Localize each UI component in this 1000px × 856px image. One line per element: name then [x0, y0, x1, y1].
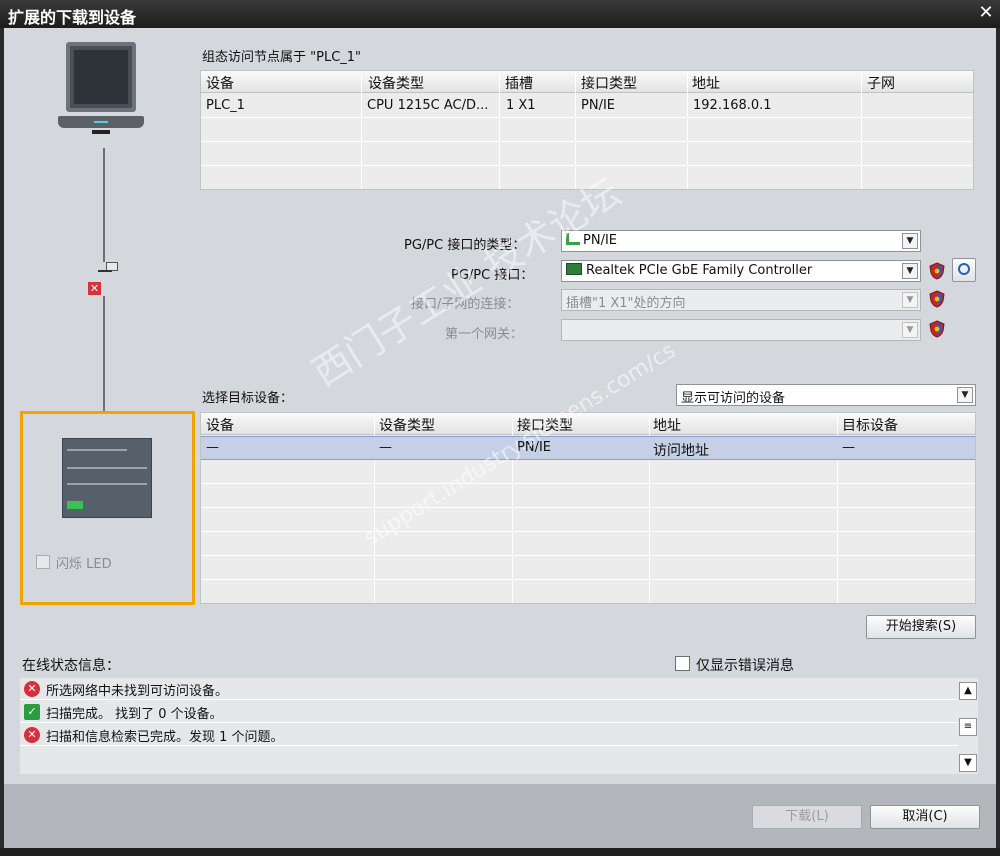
only-errors-label: 仅显示错误消息 — [696, 658, 794, 674]
connection-error-icon: ✕ — [88, 282, 101, 295]
pgpc-interface-select[interactable]: Realtek PCIe GbE Family Controller ▼ — [561, 260, 921, 282]
col-target-device: 目标设备 — [842, 418, 898, 434]
scroll-up-icon[interactable]: ▲ — [959, 682, 977, 700]
chevron-down-icon[interactable]: ▼ — [902, 292, 918, 308]
target-filter-select[interactable]: 显示可访问的设备 ▼ — [676, 384, 976, 406]
target-device-label: 选择目标设备： — [202, 391, 294, 406]
pgpc-interface-value: Realtek PCIe GbE Family Controller — [586, 263, 813, 278]
status-label: 在线状态信息： — [22, 658, 120, 674]
shield-icon[interactable] — [929, 320, 945, 338]
config-table-header: 设备 设备类型 插槽 接口类型 地址 子网 — [201, 71, 973, 93]
window-bottom-edge — [0, 848, 1000, 856]
magnifier-icon — [958, 263, 970, 275]
col-address: 地址 — [653, 418, 681, 434]
download-dialog: 扩展的下载到设备 ✕ ✕ 闪烁 LED 组态访问节点属于 "PLC_1" 设备 … — [0, 0, 1000, 856]
first-gateway-label: 第一个网关： — [445, 327, 524, 342]
col-subnet: 子网 — [867, 76, 895, 92]
col-device: 设备 — [206, 418, 234, 434]
list-item: ✕ 所选网络中未找到可访问设备。 — [20, 678, 958, 700]
table-row — [201, 118, 973, 142]
table-row[interactable]: PLC_1 CPU 1215C AC/D... 1 X1 PN/IE 192.1… — [201, 94, 973, 118]
table-row — [201, 556, 975, 580]
table-row — [201, 532, 975, 556]
col-device-type: 设备类型 — [379, 418, 435, 434]
pgpc-type-select[interactable]: PN/IE ▼ — [561, 230, 921, 252]
list-item: ✓ 扫描完成。 找到了 0 个设备。 — [20, 701, 958, 723]
download-button[interactable]: 下载(L) — [752, 805, 862, 829]
flash-led-checkbox[interactable] — [36, 555, 50, 569]
subnet-connection-value: 插槽"1 X1"处的方向 — [566, 296, 686, 311]
plc-device-icon — [62, 438, 152, 518]
scroll-down-icon[interactable]: ▼ — [959, 754, 977, 772]
network-line-lower — [103, 296, 105, 411]
network-line — [103, 148, 105, 262]
pg-laptop-icon — [58, 42, 144, 148]
flash-led-label: 闪烁 LED — [56, 557, 112, 572]
shield-icon[interactable] — [929, 262, 945, 280]
col-interface-type: 接口类型 — [581, 76, 637, 92]
close-icon[interactable]: ✕ — [974, 2, 998, 24]
target-device-table: 设备 设备类型 接口类型 地址 目标设备 — — PN/IE 访问地址 — — [200, 412, 976, 604]
first-gateway-select[interactable]: ▼ — [561, 319, 921, 341]
status-message-list: ✕ 所选网络中未找到可访问设备。 ✓ 扫描完成。 找到了 0 个设备。 ✕ 扫描… — [20, 678, 978, 774]
table-row — [201, 484, 975, 508]
chevron-down-icon[interactable]: ▼ — [902, 233, 918, 249]
status-scrollbar[interactable]: ▲ ≡ ▼ — [958, 678, 978, 774]
pgpc-type-value: PN/IE — [583, 233, 617, 248]
shield-icon[interactable] — [929, 290, 945, 308]
check-icon: ✓ — [24, 704, 40, 720]
col-device: 设备 — [206, 76, 234, 92]
only-errors-checkbox[interactable] — [675, 656, 690, 671]
col-slot: 插槽 — [505, 76, 533, 92]
error-icon: ✕ — [24, 681, 40, 697]
chevron-down-icon[interactable]: ▼ — [902, 322, 918, 338]
col-device-type: 设备类型 — [368, 76, 424, 92]
list-item — [20, 747, 958, 769]
config-caption: 组态访问节点属于 "PLC_1" — [202, 50, 362, 65]
cancel-button[interactable]: 取消(C) — [870, 805, 980, 829]
scroll-thumb[interactable]: ≡ — [959, 718, 977, 736]
subnet-connection-select[interactable]: 插槽"1 X1"处的方向 ▼ — [561, 289, 921, 311]
table-row — [201, 142, 973, 166]
table-row-selected[interactable]: — — PN/IE 访问地址 — — [201, 436, 975, 460]
table-row — [201, 580, 975, 604]
target-filter-value: 显示可访问的设备 — [681, 391, 786, 406]
start-search-button[interactable]: 开始搜索(S) — [866, 615, 976, 639]
table-row — [201, 460, 975, 484]
network-card-icon — [566, 263, 582, 275]
properties-button[interactable] — [952, 258, 976, 282]
chevron-down-icon[interactable]: ▼ — [957, 387, 973, 403]
chevron-down-icon[interactable]: ▼ — [902, 263, 918, 279]
dialog-title: 扩展的下载到设备 — [8, 8, 137, 27]
list-item: ✕ 扫描和信息检索已完成。发现 1 个问题。 — [20, 724, 958, 746]
error-icon: ✕ — [24, 727, 40, 743]
col-address: 地址 — [692, 76, 720, 92]
network-connector-icon — [94, 262, 120, 284]
table-row — [201, 508, 975, 532]
title-bar: 扩展的下载到设备 ✕ — [0, 0, 1000, 28]
